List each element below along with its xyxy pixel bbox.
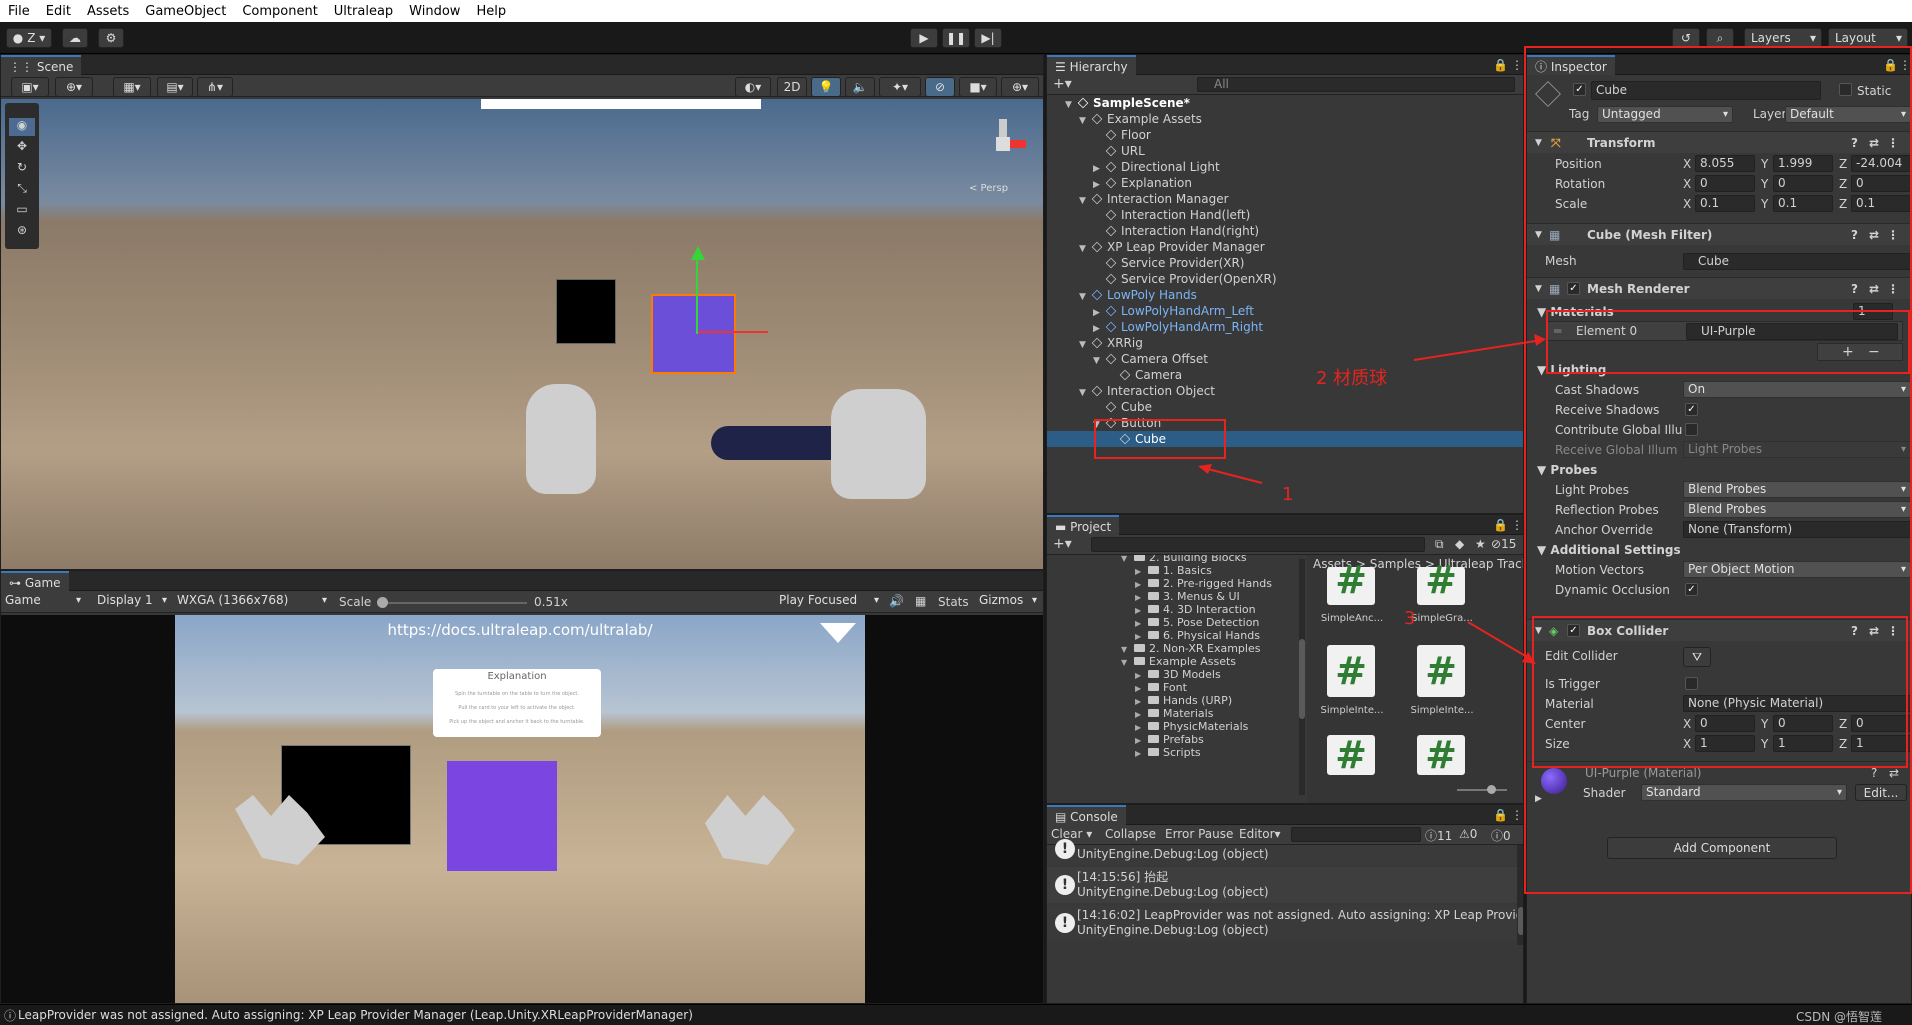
arrow-2 (1413, 339, 1543, 361)
annotation-label-2: 2 材质球 (1316, 368, 1388, 389)
annotation-label-1: 1 (1282, 484, 1294, 505)
annotation-arrows (1198, 334, 1546, 664)
arrow-3-head-icon (1522, 652, 1536, 664)
arrow-2-head-icon (1534, 334, 1546, 346)
arrow-3 (1467, 621, 1533, 661)
annotation-label-3: 3 (1404, 608, 1416, 629)
arrow-1-head-icon (1198, 464, 1212, 474)
